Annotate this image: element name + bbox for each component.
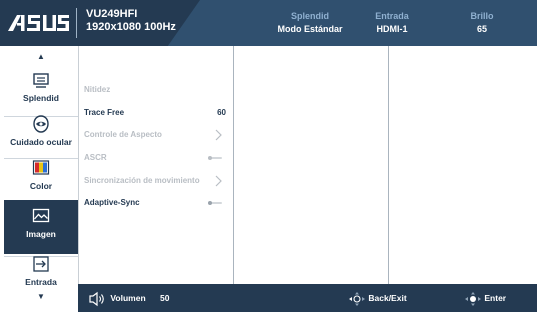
status-value: Modo Estándar [277,24,343,34]
splendid-icon [33,73,49,88]
toggle-off-icon[interactable] [208,156,222,160]
brightness-status: Brillo 65 [452,10,512,36]
sidebar-item-label: Entrada [25,277,57,287]
sidebar-item-label: Splendid [23,93,59,103]
menu-item-aspect-control[interactable]: Controle de Aspecto [84,128,226,142]
scroll-down-arrow-icon[interactable]: ▼ [4,290,78,304]
menu-item-trace-free[interactable]: Trace Free 60 [84,106,226,120]
menu-item-label: Controle de Aspecto [84,130,162,139]
menu-item-adaptive-sync[interactable]: Adaptive-Sync [84,196,226,210]
sidebar-item-label: Color [29,181,53,191]
sidebar-item-input[interactable]: Entrada [4,248,78,292]
volume-control[interactable]: Volumen 50 [88,284,169,312]
enter-label: Enter [484,293,507,303]
status-label: Brillo [470,11,494,21]
sidebar-item-image[interactable]: Imagen [4,200,78,254]
trace-free-value: 60 [217,108,226,117]
toggle-off-icon[interactable] [208,201,222,205]
scroll-up-arrow-icon[interactable]: ▲ [4,50,78,64]
asus-logo [8,15,69,31]
status-label: Splendid [291,11,329,21]
menu-item-label: Sincronización de movimiento [84,176,200,185]
eye-care-icon [33,115,49,133]
joystick-left-icon [349,291,365,306]
submenu-column [233,46,388,284]
chevron-right-icon [215,175,222,187]
sidebar-item-color[interactable]: Color [4,152,78,206]
color-bars-icon [32,160,50,175]
footer-bar: Volumen 50 Back/Exit Enter [78,284,537,312]
sidebar: ▲ Splendid Cuidado ocular Color Imagen E… [4,46,78,312]
chevron-right-icon [215,129,222,141]
back-exit-control[interactable]: Back/Exit [348,284,407,312]
menu-column [78,46,233,284]
value-column [388,46,537,284]
status-value: HDMI-1 [376,24,408,34]
model-info: VU249HFI 1920x1080 100Hz [86,8,176,34]
speaker-icon [89,291,104,306]
menu-item-label: Nitidez [84,85,111,94]
header-divider [76,8,77,38]
joystick-press-icon [465,291,481,306]
input-icon [33,256,49,272]
back-exit-label: Back/Exit [368,293,407,303]
status-label: Entrada [375,11,409,21]
volume-value: 50 [160,293,170,303]
menu-item-label: Adaptive-Sync [84,198,140,207]
resolution-text: 1920x1080 100Hz [86,21,176,33]
menu-item-ascr[interactable]: ASCR [84,151,226,165]
image-icon [32,208,50,223]
model-name: VU249HFI [86,8,138,20]
volume-label: Volumen [110,293,146,303]
menu-item-label: Trace Free [84,108,125,117]
input-status: Entrada HDMI-1 [362,10,422,36]
sidebar-item-label: Imagen [26,229,56,239]
menu-item-label: ASCR [84,153,107,162]
menu-item-sharpness[interactable]: Nitidez [84,83,226,97]
osd-window: VU249HFI 1920x1080 100Hz Splendid Modo E… [0,0,537,312]
menu-item-motion-sync[interactable]: Sincronización de movimiento [84,174,226,188]
status-value: 65 [476,24,487,34]
enter-control[interactable]: Enter [464,284,506,312]
sidebar-item-label: Cuidado ocular [10,137,72,147]
splendid-status: Splendid Modo Estándar [270,10,350,36]
header-bar: VU249HFI 1920x1080 100Hz Splendid Modo E… [0,0,537,46]
